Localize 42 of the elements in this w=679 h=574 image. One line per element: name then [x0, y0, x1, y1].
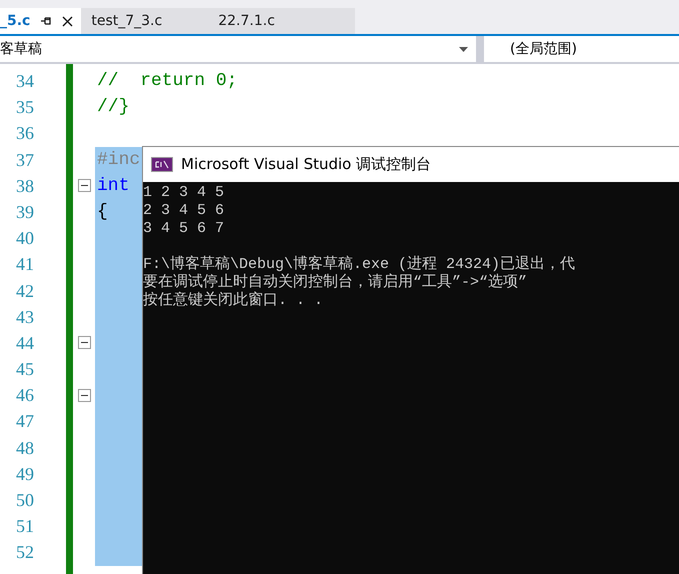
line-number: 34: [15, 70, 35, 93]
console-output: 2 3 4 5 6: [143, 202, 224, 219]
file-tab[interactable]: test_7_3.c: [81, 8, 208, 34]
collapse-icon[interactable]: [78, 388, 91, 402]
code-text: {: [97, 202, 108, 222]
close-icon[interactable]: [62, 16, 74, 26]
line-number: 40: [15, 227, 35, 250]
line-number: 46: [15, 384, 35, 408]
window-title: Microsoft Visual Studio 调试控制台: [181, 155, 432, 174]
file-tab[interactable]: 22.7.1.c: [208, 8, 355, 34]
console-message: F:\博客草稿\Debug\博客草稿.exe (进程 24324)已退出，代: [143, 256, 576, 273]
code-text: int: [97, 176, 130, 196]
line-number: 50: [15, 489, 35, 512]
console-message: 按任意键关闭此窗口. . .: [143, 292, 324, 309]
line-number: 44: [15, 332, 35, 355]
line-number: 39: [15, 200, 35, 224]
line-number: 47: [15, 410, 35, 434]
console-output: 1 2 3 4 5: [143, 184, 224, 201]
collapse-icon[interactable]: [78, 336, 91, 350]
code-text: #inc: [97, 150, 140, 170]
line-number: 35: [15, 96, 35, 120]
line-number: 38: [15, 174, 35, 198]
line-number: 49: [15, 462, 35, 486]
line-number: 52: [15, 541, 35, 564]
line-number: 36: [15, 122, 35, 146]
console-message: 要在调试停止时自动关闭控制台，请启用“工具”->“选项”: [143, 274, 528, 291]
code-text: //}: [97, 97, 130, 118]
collapse-icon[interactable]: [78, 179, 91, 192]
line-number: 41: [15, 253, 35, 276]
console-output: 3 4 5 6 7: [143, 220, 224, 237]
line-number: 42: [15, 280, 35, 302]
line-number: 48: [15, 436, 35, 460]
file-tab[interactable]: _5.c: [0, 8, 82, 34]
console-icon: [151, 157, 173, 172]
caret-icon: [459, 46, 468, 52]
scope-dropdown[interactable]: (全局范围): [484, 36, 585, 62]
line-number: 43: [15, 306, 35, 329]
line-number: 37: [15, 148, 35, 172]
pin-icon[interactable]: [40, 16, 52, 26]
line-number: 51: [15, 515, 35, 538]
code-text: // return 0;: [97, 71, 238, 91]
line-number: 45: [15, 358, 35, 382]
